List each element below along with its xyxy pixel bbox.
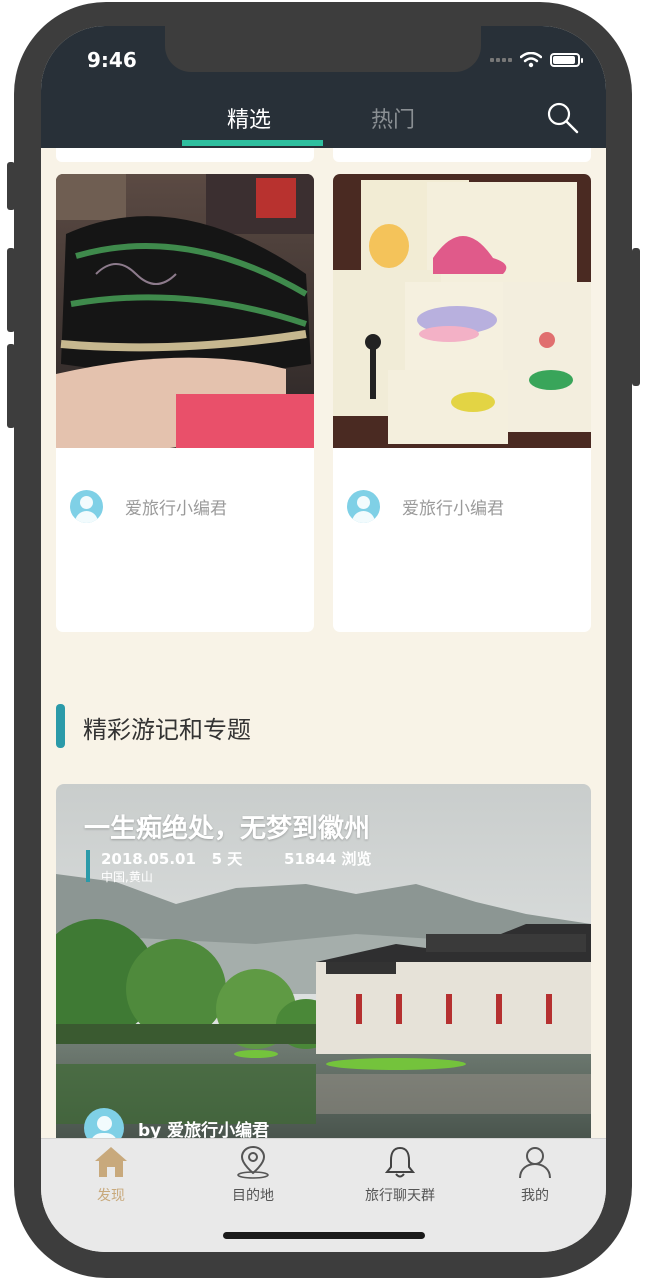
notch xyxy=(165,26,481,72)
feature-title: 一生痴绝处，无梦到徽州 xyxy=(84,814,371,844)
author-name: 爱旅行小编君 xyxy=(402,499,504,519)
tab-travel-chat[interactable]: 旅行聊天群 xyxy=(345,1145,455,1205)
feature-views: 51844 浏览 xyxy=(284,850,372,868)
tab-popular[interactable]: 热门 xyxy=(371,102,415,134)
card-author[interactable]: 爱旅行小编君 xyxy=(347,490,504,523)
tab-label: 我的 xyxy=(521,1188,549,1204)
trip-card[interactable]: 爱旅行小编君 xyxy=(56,174,314,632)
previous-card-bottom xyxy=(56,148,314,162)
person-icon xyxy=(519,1147,551,1179)
section-accent-bar xyxy=(56,704,65,748)
tab-active-indicator xyxy=(182,140,323,146)
author-name: 爱旅行小编君 xyxy=(125,499,227,519)
embroidered-shoe-photo xyxy=(56,174,314,448)
tab-label: 目的地 xyxy=(232,1188,274,1204)
mute-switch xyxy=(7,162,15,210)
avatar xyxy=(347,490,380,523)
wifi-icon xyxy=(520,52,542,68)
search-icon[interactable] xyxy=(545,100,581,136)
feature-days: 5 天 xyxy=(211,850,243,868)
feature-location: 中国,黄山 xyxy=(101,870,153,884)
home-indicator[interactable] xyxy=(223,1232,425,1239)
map-pin-icon xyxy=(237,1145,269,1179)
tab-destination[interactable]: 目的地 xyxy=(203,1145,303,1205)
avatar xyxy=(70,490,103,523)
status-time: 9:46 xyxy=(87,48,137,72)
feature-meta: 2018.05.01 5 天 51844 浏览 xyxy=(101,848,371,869)
trip-card[interactable]: 爱旅行小编君 xyxy=(333,174,591,632)
feature-author-name: by 爱旅行小编君 xyxy=(138,1120,270,1141)
tab-featured[interactable]: 精选 xyxy=(227,102,271,134)
previous-card-bottom xyxy=(333,148,591,162)
volume-up-button xyxy=(7,248,15,332)
home-icon xyxy=(95,1147,127,1177)
tab-label: 发现 xyxy=(97,1188,125,1204)
tab-label: 旅行聊天群 xyxy=(365,1188,435,1204)
meta-accent-bar xyxy=(86,850,90,882)
card-author[interactable]: 爱旅行小编君 xyxy=(70,490,227,523)
tab-me[interactable]: 我的 xyxy=(485,1145,585,1205)
watercolor-postcards-photo xyxy=(333,174,591,448)
content-scroll[interactable]: 爱旅行小编君 爱旅行小编君 精彩游记和专题 一生痴绝处，无梦到徽州 2018.0… xyxy=(41,148,606,1164)
app-screen: 9:46 精选 热门 爱旅行小编君 爱旅行小编君 精彩游记和专题 一生痴绝处，无… xyxy=(41,26,606,1252)
power-button xyxy=(632,248,640,386)
bell-icon xyxy=(384,1146,416,1178)
section-title: 精彩游记和专题 xyxy=(83,716,251,744)
feature-travelogue-card[interactable]: 一生痴绝处，无梦到徽州 2018.05.01 5 天 51844 浏览 中国,黄… xyxy=(56,784,591,1164)
volume-down-button xyxy=(7,344,15,428)
tab-discover[interactable]: 发现 xyxy=(61,1145,161,1205)
signal-icon xyxy=(490,58,512,62)
battery-icon xyxy=(550,53,583,67)
status-icons xyxy=(490,52,583,68)
feature-date: 2018.05.01 xyxy=(101,850,196,868)
